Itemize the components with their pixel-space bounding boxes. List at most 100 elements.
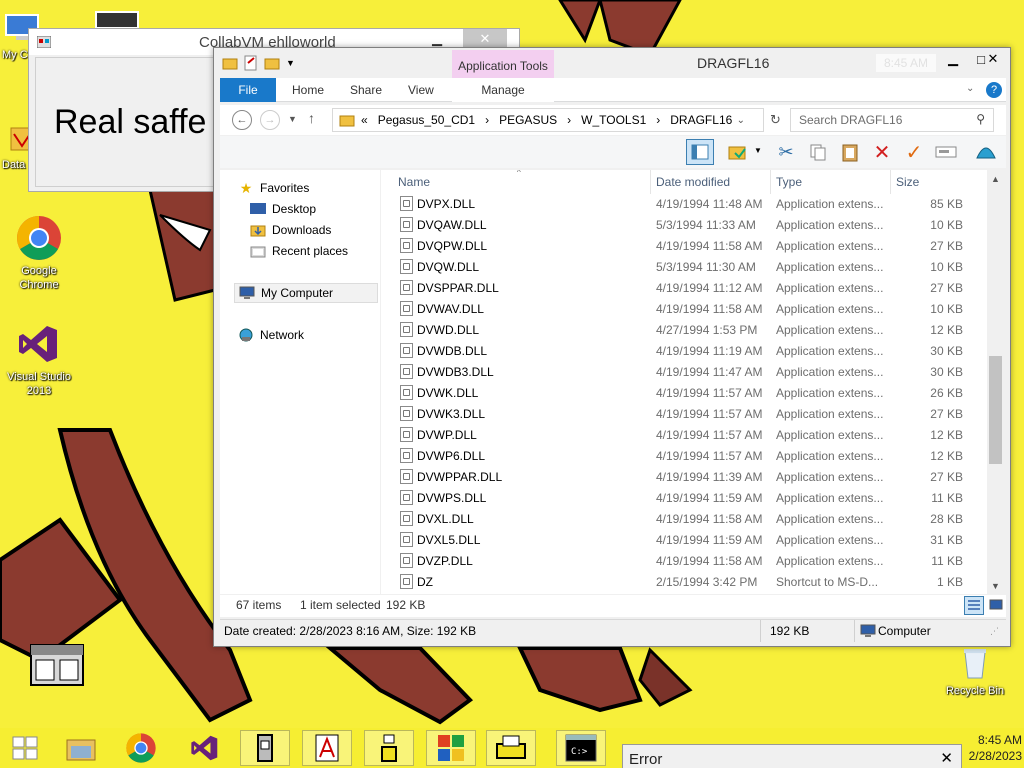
- column-separator[interactable]: [890, 170, 891, 194]
- tab-share[interactable]: Share: [350, 78, 382, 102]
- file-row[interactable]: DVWAV.DLL 4/19/1994 11:58 AM Application e…: [397, 299, 991, 320]
- taskbar-app-2[interactable]: [302, 730, 352, 766]
- check-icon[interactable]: ✓: [900, 139, 928, 165]
- file-row[interactable]: DVXL5.DLL 4/19/1994 11:59 AM Application e…: [397, 530, 991, 551]
- scroll-up-arrow[interactable]: ▲: [987, 170, 1004, 187]
- column-separator[interactable]: [770, 170, 771, 194]
- help-icon[interactable]: ?: [986, 82, 1002, 98]
- preview-pane-button[interactable]: [686, 139, 714, 165]
- chevron-down-icon[interactable]: ▼: [286, 58, 295, 68]
- chevron-down-icon[interactable]: ⌄: [737, 115, 745, 126]
- file-row[interactable]: DVQAW.DLL 5/3/1994 11:33 AM Application ex…: [397, 215, 991, 236]
- refresh-button[interactable]: ↻: [770, 112, 781, 128]
- scrollbar-thumb[interactable]: [989, 356, 1002, 464]
- file-row[interactable]: DVWDB.DLL 4/19/1994 11:19 AM Application e…: [397, 341, 991, 362]
- scroll-down-arrow[interactable]: ▼: [987, 577, 1004, 594]
- back-button[interactable]: ←: [232, 110, 252, 130]
- file-row[interactable]: DVWPPAR.DLL 4/19/1994 11:39 AM Application…: [397, 467, 991, 488]
- file-row[interactable]: DVSPPAR.DLL 4/19/1994 11:12 AM Application…: [397, 278, 991, 299]
- cut-icon[interactable]: ✂: [772, 139, 800, 165]
- nav-recent-places[interactable]: Recent places: [250, 241, 348, 261]
- vertical-scrollbar[interactable]: ▲ ▼: [987, 170, 1004, 594]
- file-row[interactable]: DVWP6.DLL 4/19/1994 11:57 AM Application e…: [397, 446, 991, 467]
- tab-view[interactable]: View: [408, 78, 434, 102]
- nav-desktop[interactable]: Desktop: [250, 199, 316, 219]
- copy-icon[interactable]: [804, 139, 832, 165]
- close-button[interactable]: ✕: [940, 749, 953, 767]
- file-row[interactable]: DVQW.DLL 5/3/1994 11:30 AM Application ext…: [397, 257, 991, 278]
- taskbar-command-prompt[interactable]: C:>: [556, 730, 606, 766]
- folder-icon[interactable]: [222, 56, 238, 70]
- forward-button[interactable]: →: [260, 110, 280, 130]
- file-explorer-window[interactable]: ▼ Application Tools DRAGFL16 8:45 AM ▁ □…: [213, 47, 1011, 647]
- paste-icon[interactable]: [836, 139, 864, 165]
- close-button[interactable]: ✕: [463, 29, 507, 49]
- up-button[interactable]: ↑: [308, 110, 315, 126]
- properties-icon[interactable]: [724, 139, 752, 165]
- file-row[interactable]: DVWK3.DLL 4/19/1994 11:57 AM Application e…: [397, 404, 991, 425]
- explorer-titlebar[interactable]: ▼ Application Tools DRAGFL16 8:45 AM ▁ □…: [214, 48, 1010, 78]
- breadcrumb-item[interactable]: Pegasus_50_CD1: [378, 113, 475, 127]
- item-count: 67 items: [236, 598, 282, 612]
- breadcrumb-item[interactable]: PEGASUS: [499, 113, 557, 127]
- expand-ribbon-icon[interactable]: ⌄: [966, 83, 974, 94]
- dll-file-icon: [400, 364, 413, 379]
- taskbar-chrome[interactable]: [116, 730, 166, 766]
- taskbar-file-explorer[interactable]: [56, 730, 106, 766]
- file-row[interactable]: DVWDB3.DLL 4/19/1994 11:47 AM Application …: [397, 362, 991, 383]
- column-header-date[interactable]: Date modified: [656, 170, 730, 194]
- close-button[interactable]: ✕: [976, 48, 1010, 70]
- breadcrumb-overflow[interactable]: «: [361, 113, 368, 127]
- desktop-icon-drives[interactable]: [30, 644, 84, 686]
- column-header-size[interactable]: Size: [896, 170, 919, 194]
- column-header-name[interactable]: Name: [398, 170, 430, 194]
- nav-network[interactable]: Network: [238, 325, 304, 345]
- large-icons-view-button[interactable]: [988, 596, 1006, 615]
- desktop-icon-visual-studio[interactable]: Visual Studio 2013: [4, 320, 74, 398]
- minimize-button[interactable]: ▁: [415, 29, 459, 49]
- file-row[interactable]: DVWK.DLL 4/19/1994 11:57 AM Application ex…: [397, 383, 991, 404]
- delete-icon[interactable]: ✕: [868, 139, 896, 165]
- file-row[interactable]: DZ 2/15/1994 3:42 PM Shortcut to MS-D... 1 …: [397, 572, 991, 593]
- properties-icon[interactable]: [244, 55, 258, 71]
- desktop-icon-chrome[interactable]: Google Chrome: [4, 214, 74, 292]
- details-view-button[interactable]: [964, 596, 984, 615]
- file-size: 12 KB: [930, 323, 963, 337]
- minimize-button[interactable]: ▁: [938, 48, 968, 70]
- start-button[interactable]: [0, 730, 50, 766]
- address-bar[interactable]: « Pegasus_50_CD1 › PEGASUS › W_TOOLS1 › …: [332, 108, 764, 132]
- taskbar-app-4[interactable]: [426, 730, 476, 766]
- breadcrumb-item[interactable]: DRAGFL16: [670, 113, 732, 127]
- nav-my-computer[interactable]: My Computer: [234, 283, 378, 303]
- taskbar-visual-studio[interactable]: [180, 730, 230, 766]
- file-row[interactable]: DVXL.DLL 4/19/1994 11:58 AM Application ex…: [397, 509, 991, 530]
- search-input[interactable]: Search DRAGFL16 ⚲: [790, 108, 994, 132]
- taskbar-app-3[interactable]: [364, 730, 414, 766]
- tab-file[interactable]: File: [220, 78, 276, 102]
- nav-downloads[interactable]: Downloads: [250, 220, 331, 240]
- nav-favorites[interactable]: ★ Favorites: [238, 178, 310, 198]
- column-separator[interactable]: [650, 170, 651, 194]
- file-row[interactable]: DVWD.DLL 4/27/1994 1:53 PM Application ext…: [397, 320, 991, 341]
- error-dialog[interactable]: Error ✕: [622, 744, 962, 768]
- tab-home[interactable]: Home: [292, 78, 324, 102]
- new-folder-icon[interactable]: [264, 56, 280, 70]
- file-row[interactable]: DVPX.DLL 4/19/1994 11:48 AM Application ex…: [397, 194, 991, 215]
- shell-icon[interactable]: [972, 139, 1000, 165]
- file-row[interactable]: DVWPS.DLL 4/19/1994 11:59 AM Application e…: [397, 488, 991, 509]
- rename-icon[interactable]: [932, 139, 960, 165]
- desktop-icon-recycle-bin[interactable]: Recycle Bin: [940, 644, 1010, 698]
- recent-locations-icon[interactable]: ▼: [288, 114, 297, 124]
- taskbar-app-5[interactable]: [486, 730, 536, 766]
- system-clock[interactable]: 8:45 AM 2/28/2023: [952, 732, 1022, 764]
- column-header-type[interactable]: Type: [776, 170, 802, 194]
- search-icon[interactable]: ⚲: [976, 112, 985, 126]
- file-row[interactable]: DVZP.DLL 4/19/1994 11:58 AM Application ex…: [397, 551, 991, 572]
- taskbar-app-1[interactable]: [240, 730, 290, 766]
- file-row[interactable]: DVWP.DLL 4/19/1994 11:57 AM Application ex…: [397, 425, 991, 446]
- file-row[interactable]: DVQPW.DLL 4/19/1994 11:58 AM Application e…: [397, 236, 991, 257]
- tab-manage[interactable]: Manage: [452, 78, 554, 102]
- chevron-down-icon[interactable]: ▼: [754, 146, 762, 155]
- breadcrumb-item[interactable]: W_TOOLS1: [581, 113, 646, 127]
- resize-grip-icon[interactable]: ⋰: [990, 626, 999, 637]
